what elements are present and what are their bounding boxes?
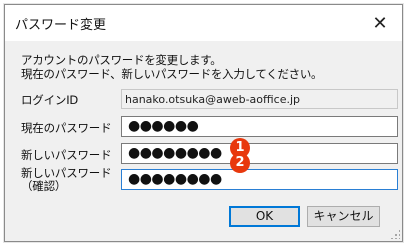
confirm-password-field[interactable]: ●●●●●●●● — [121, 169, 398, 190]
confirm-password-label-line-2: （確認） — [21, 179, 67, 193]
confirm-password-value: ●●●●●●●● — [128, 171, 222, 187]
annotation-badge-2: 2 — [230, 153, 250, 173]
close-icon[interactable]: ✕ — [358, 5, 402, 41]
new-password-field[interactable]: ●●●●●●●● — [121, 143, 398, 164]
confirm-password-label: 新しいパスワード （確認） — [21, 167, 112, 193]
dialog-title: パスワード変更 — [15, 18, 107, 33]
description-text: アカウントのパスワードを変更します。 現在のパスワード、新しいパスワードを入力し… — [21, 53, 323, 81]
current-password-value: ●●●●●● — [128, 118, 199, 134]
description-line-2: 現在のパスワード、新しいパスワードを入力してください。 — [21, 67, 323, 81]
title-bar: パスワード変更 ✕ — [5, 5, 402, 41]
login-id-label: ログインID — [21, 93, 79, 107]
cancel-button[interactable]: キャンセル — [307, 206, 380, 227]
new-password-value: ●●●●●●●● — [128, 145, 222, 161]
ok-button[interactable]: OK — [229, 206, 300, 227]
resize-grip-icon[interactable] — [390, 229, 400, 239]
new-password-label: 新しいパスワード — [21, 148, 112, 162]
current-password-label: 現在のパスワード — [21, 121, 112, 135]
description-line-1: アカウントのパスワードを変更します。 — [21, 53, 222, 67]
current-password-field[interactable]: ●●●●●● — [121, 116, 398, 137]
login-id-field: hanako.otsuka@aweb-aoffice.jp — [121, 89, 398, 109]
password-change-dialog: パスワード変更 ✕ アカウントのパスワードを変更します。 現在のパスワード、新し… — [4, 4, 403, 242]
